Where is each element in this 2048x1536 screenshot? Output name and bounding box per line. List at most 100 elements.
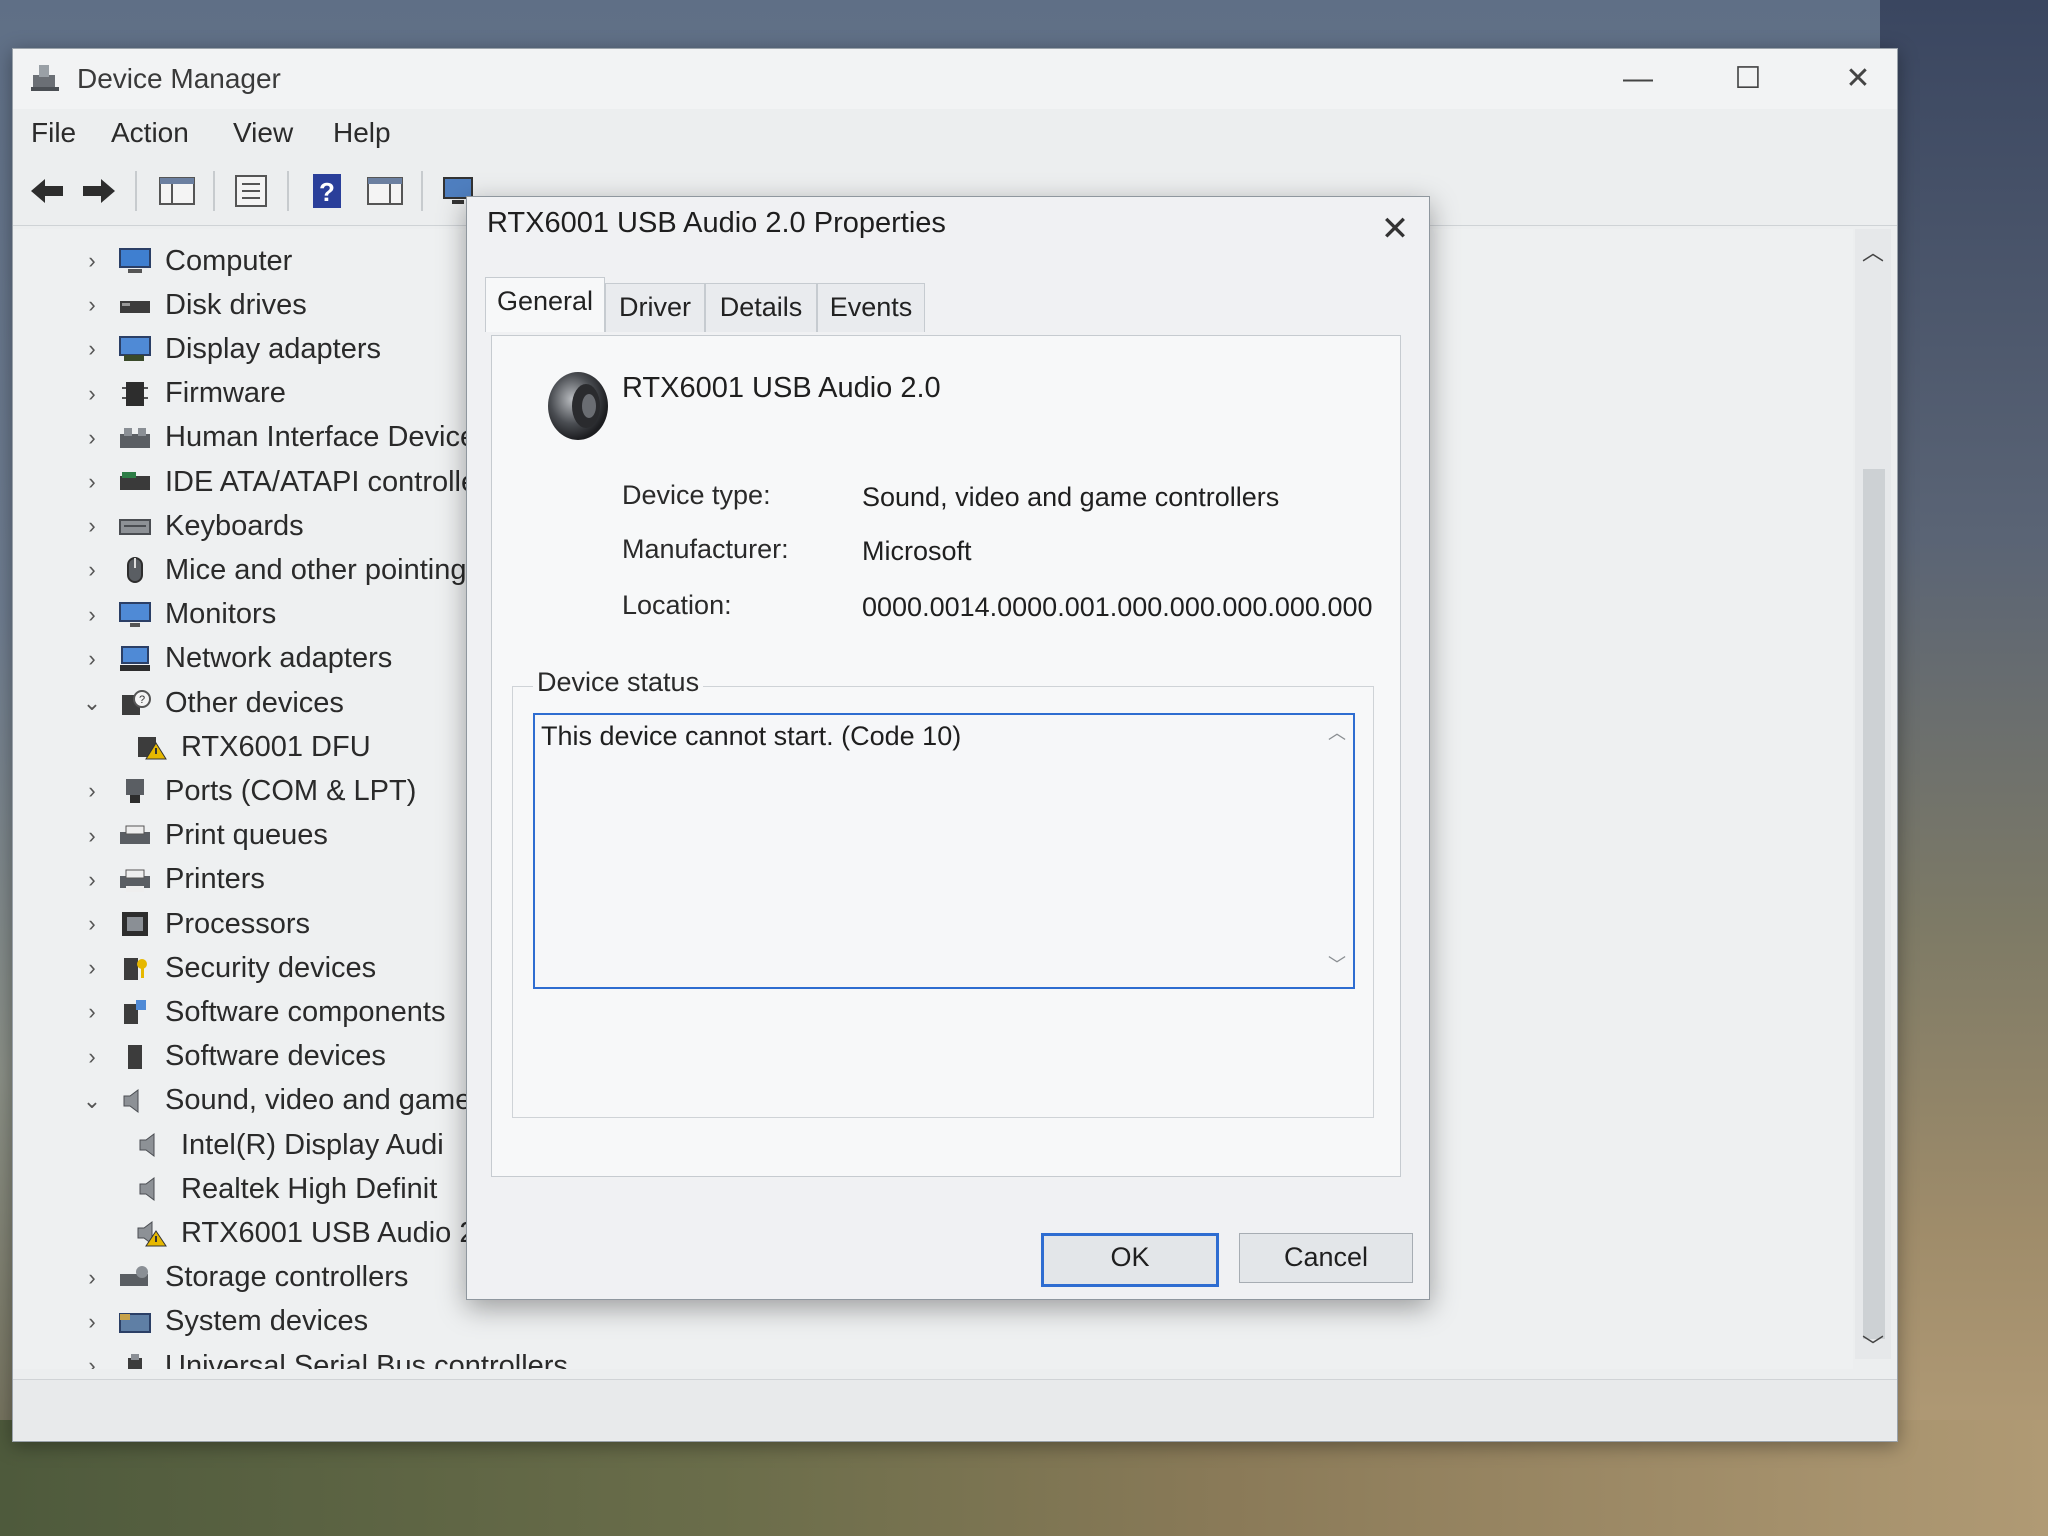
tree-item[interactable]: › Universal Serial Bus controllers xyxy=(77,1344,568,1369)
tree-item-label: Monitors xyxy=(165,598,277,631)
tree-item[interactable]: RTX6001 USB Audio 2 xyxy=(123,1211,476,1255)
properties-icon xyxy=(235,175,267,207)
tree-item[interactable]: › Ports (COM & LPT) xyxy=(77,769,416,813)
tab-details[interactable]: Details xyxy=(705,283,817,332)
scroll-down-icon[interactable]: ﹀ xyxy=(1855,1329,1891,1361)
chevron-down-icon[interactable]: ⌄ xyxy=(77,1088,107,1114)
menu-help[interactable]: Help xyxy=(333,117,391,149)
chevron-right-icon[interactable]: › xyxy=(77,867,107,893)
chevron-right-icon[interactable]: › xyxy=(77,778,107,804)
tree-item[interactable]: › Firmware xyxy=(77,372,286,416)
computer-icon xyxy=(117,246,153,276)
dialog-title: RTX6001 USB Audio 2.0 Properties xyxy=(487,207,946,239)
tree-item[interactable]: › Computer xyxy=(77,239,292,283)
status-scrollbar[interactable]: ︿ ﹀ xyxy=(1325,719,1349,981)
tree-item[interactable]: › Security devices xyxy=(77,946,376,990)
tree-item-label: Intel(R) Display Audi xyxy=(181,1128,444,1161)
chevron-right-icon[interactable]: › xyxy=(77,381,107,407)
tree-item[interactable]: › Disk drives xyxy=(77,283,306,327)
chevron-right-icon[interactable]: › xyxy=(77,911,107,937)
ok-button[interactable]: OK xyxy=(1041,1233,1219,1287)
tree-item[interactable]: › IDE ATA/ATAPI controlle xyxy=(77,460,477,504)
tree-item-label: Security devices xyxy=(165,951,377,984)
tree-item[interactable]: Intel(R) Display Audi xyxy=(123,1123,444,1167)
chevron-right-icon[interactable]: › xyxy=(77,955,107,981)
close-window-button[interactable]: ✕ xyxy=(1813,55,1903,103)
tree-item-label: Mice and other pointing xyxy=(165,553,467,586)
properties-button[interactable] xyxy=(229,169,273,213)
tree-item[interactable]: RTX6001 DFU xyxy=(123,725,371,769)
menu-action[interactable]: Action xyxy=(111,117,189,149)
chevron-right-icon[interactable]: › xyxy=(77,248,107,274)
tree-item[interactable]: › Keyboards xyxy=(77,504,303,548)
scrollbar-thumb[interactable] xyxy=(1863,469,1885,1339)
window-title: Device Manager xyxy=(77,63,281,94)
tree-item-label: Human Interface Device xyxy=(165,421,477,454)
tree-item[interactable]: › System devices xyxy=(77,1300,368,1344)
scroll-up-icon[interactable]: ︿ xyxy=(1855,235,1891,267)
tree-item[interactable]: › Processors xyxy=(77,902,310,946)
tab-driver[interactable]: Driver xyxy=(605,283,705,332)
chevron-right-icon[interactable]: › xyxy=(77,602,107,628)
tree-item-label: Display adapters xyxy=(165,332,381,365)
chevron-right-icon[interactable]: › xyxy=(77,292,107,318)
chevron-right-icon[interactable]: › xyxy=(77,557,107,583)
device-status-textbox[interactable]: This device cannot start. (Code 10) ︿ ﹀ xyxy=(533,713,1355,989)
chevron-right-icon[interactable]: › xyxy=(77,1353,107,1369)
tree-item[interactable]: › Storage controllers xyxy=(77,1256,408,1300)
chevron-right-icon[interactable]: › xyxy=(77,336,107,362)
help-button[interactable]: ? xyxy=(305,169,349,213)
forward-button[interactable] xyxy=(77,169,121,213)
mouse-icon xyxy=(117,555,153,585)
chevron-right-icon[interactable]: › xyxy=(77,513,107,539)
chevron-right-icon[interactable]: › xyxy=(77,1265,107,1291)
tab-general[interactable]: General xyxy=(485,277,605,332)
status-bar xyxy=(13,1379,1897,1440)
arrow-right-icon xyxy=(83,179,115,203)
tree-item[interactable]: › Display adapters xyxy=(77,327,381,371)
menu-view[interactable]: View xyxy=(233,117,293,149)
back-button[interactable] xyxy=(25,169,69,213)
tree-item[interactable]: ⌄? Other devices xyxy=(77,681,344,725)
svg-text:?: ? xyxy=(319,177,335,207)
chevron-right-icon[interactable]: › xyxy=(77,425,107,451)
device-status-group: Device status This device cannot start. … xyxy=(512,667,1374,1118)
tree-item[interactable]: › Software devices xyxy=(77,1035,386,1079)
tree-item[interactable]: › Monitors xyxy=(77,593,276,637)
chevron-right-icon[interactable]: › xyxy=(77,1044,107,1070)
tree-item[interactable]: › Printers xyxy=(77,858,265,902)
general-tab-panel: RTX6001 USB Audio 2.0 Device type: Sound… xyxy=(491,335,1401,1177)
usb-icon xyxy=(117,1351,153,1369)
arrow-left-icon xyxy=(31,179,63,203)
tree-item[interactable]: › Network adapters xyxy=(77,637,392,681)
tree-item-label: Sound, video and game xyxy=(165,1084,472,1117)
show-hide-console-tree-button[interactable] xyxy=(155,169,199,213)
tree-item[interactable]: Realtek High Definit xyxy=(123,1167,437,1211)
tree-item[interactable]: › Mice and other pointing xyxy=(77,548,466,592)
device-type-value: Sound, video and game controllers xyxy=(862,482,1280,512)
tree-item[interactable]: › Human Interface Device xyxy=(77,416,476,460)
action-pane-button[interactable] xyxy=(363,169,407,213)
chevron-right-icon[interactable]: › xyxy=(77,1309,107,1335)
tree-item[interactable]: › Software components xyxy=(77,990,445,1034)
maximize-button[interactable]: ☐ xyxy=(1703,55,1793,103)
device-status-legend: Device status xyxy=(533,667,704,698)
status-scroll-down-icon[interactable]: ﹀ xyxy=(1325,951,1349,977)
tab-events[interactable]: Events xyxy=(817,283,925,332)
minimize-button[interactable]: — xyxy=(1593,55,1683,103)
status-scroll-up-icon[interactable]: ︿ xyxy=(1325,719,1349,745)
chevron-right-icon[interactable]: › xyxy=(77,823,107,849)
tree-item[interactable]: ⌄ Sound, video and game xyxy=(77,1079,472,1123)
dialog-close-button[interactable]: ✕ xyxy=(1375,209,1415,249)
storage-controller-icon xyxy=(117,1263,153,1293)
menu-file[interactable]: File xyxy=(31,117,76,149)
chevron-right-icon[interactable]: › xyxy=(77,999,107,1025)
tree-item-label: Realtek High Definit xyxy=(181,1172,438,1205)
cancel-button[interactable]: Cancel xyxy=(1239,1233,1413,1283)
chevron-right-icon[interactable]: › xyxy=(77,646,107,672)
desktop-background-right xyxy=(1880,0,2048,1536)
tree-scrollbar[interactable]: ︿ ﹀ xyxy=(1855,229,1891,1359)
chevron-right-icon[interactable]: › xyxy=(77,469,107,495)
chevron-down-icon[interactable]: ⌄ xyxy=(77,690,107,716)
tree-item[interactable]: › Print queues xyxy=(77,814,328,858)
